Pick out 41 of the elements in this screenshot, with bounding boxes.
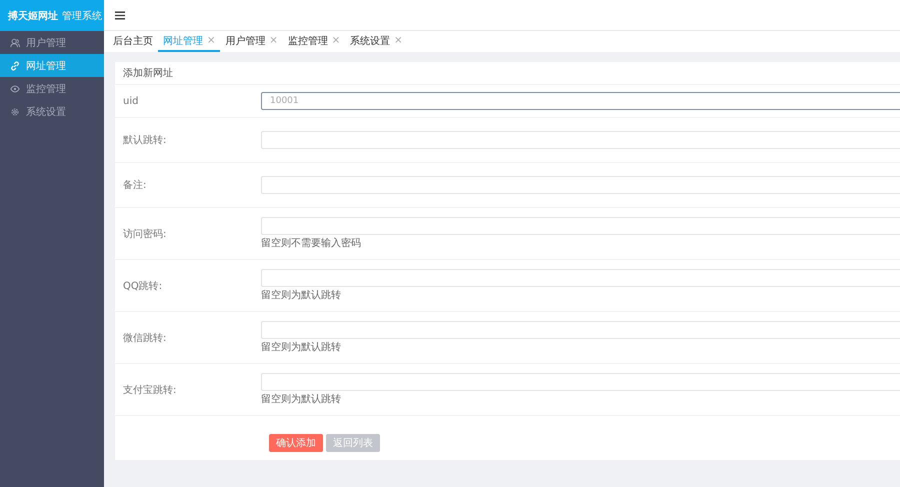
input-field[interactable]	[261, 176, 900, 194]
tab[interactable]: 用户管理 ×	[220, 31, 283, 52]
app-name: 搏天姬网址	[8, 10, 58, 22]
field-label: 备注:	[122, 178, 148, 192]
field-hint: 留空则为默认跳转	[261, 290, 342, 302]
sidebar-item[interactable]: 系统设置	[0, 100, 104, 123]
app-subtitle: 管理系统	[62, 10, 102, 22]
input-field[interactable]	[261, 131, 900, 149]
eye-icon	[10, 84, 20, 94]
gear-icon	[10, 106, 20, 116]
input-field[interactable]	[261, 269, 900, 287]
field-label: 默认跳转:	[122, 134, 168, 147]
field-label: 访问密码:	[122, 228, 168, 240]
close-icon[interactable]: ×	[269, 35, 278, 46]
card-title: 添加新网址	[115, 62, 900, 85]
field-label: QQ跳转:	[122, 280, 164, 292]
close-icon[interactable]: ×	[207, 35, 216, 46]
user-icon	[10, 38, 20, 48]
field-label: 微信跳转:	[122, 332, 168, 344]
close-icon[interactable]: ×	[394, 35, 403, 46]
sidebar-item[interactable]: 用户管理	[0, 31, 104, 54]
field-hint: 留空则为默认跳转	[261, 394, 342, 406]
input-field[interactable]	[261, 321, 900, 339]
tab[interactable]: 监控管理 ×	[282, 31, 346, 52]
field-hint: 留空则不需要输入密码	[261, 238, 362, 250]
field-hint: 留空则为默认跳转	[261, 342, 342, 354]
tab[interactable]: 后台主页	[108, 31, 158, 52]
link-icon	[10, 60, 20, 70]
tab[interactable]: 网址管理 ×	[158, 31, 220, 52]
close-icon[interactable]: ×	[332, 35, 340, 46]
menu-icon[interactable]	[115, 10, 125, 20]
field-label: uid	[122, 96, 140, 106]
input-field[interactable]	[261, 373, 900, 391]
field-label: 支付宝跳转:	[122, 384, 178, 396]
confirm-button[interactable]: 确认添加	[269, 434, 323, 452]
sidebar-item[interactable]: 监控管理	[0, 77, 104, 100]
sidebar-item[interactable]: 网址管理	[0, 54, 104, 77]
input-field[interactable]: 10001	[261, 92, 900, 110]
input-field[interactable]	[261, 217, 900, 235]
tab[interactable]: 系统设置 ×	[345, 31, 408, 52]
back-button[interactable]: 返回列表	[326, 434, 380, 452]
